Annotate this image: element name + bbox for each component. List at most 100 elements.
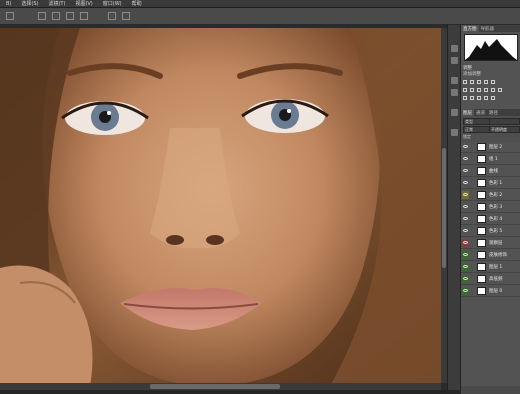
- color-lookup-icon[interactable]: [498, 88, 502, 92]
- dock-icon-6[interactable]: [451, 129, 458, 136]
- blend-mode-select[interactable]: 正常: [463, 126, 490, 133]
- layer-controls: 类型 正常 不透明度 锁定: [461, 116, 520, 142]
- layer-row[interactable]: 图层 1: [461, 262, 520, 273]
- layer-name: 观察层: [489, 241, 503, 246]
- document-canvas[interactable]: [0, 25, 447, 390]
- curves-icon[interactable]: [477, 80, 481, 84]
- horizontal-scrollbar[interactable]: [0, 383, 441, 390]
- visibility-eye-icon[interactable]: [462, 155, 469, 163]
- layer-thumbnail: [477, 191, 486, 199]
- layer-thumbnail: [477, 167, 486, 175]
- layer-row[interactable]: 图层 0: [461, 286, 520, 297]
- option-icon-6[interactable]: [122, 12, 130, 20]
- vibrance-icon[interactable]: [491, 80, 495, 84]
- option-icon-1[interactable]: [38, 12, 46, 20]
- visibility-eye-icon[interactable]: [462, 203, 469, 211]
- layer-row[interactable]: 观察层: [461, 238, 520, 249]
- color-balance-icon[interactable]: [470, 88, 474, 92]
- visibility-eye-icon[interactable]: [462, 215, 469, 223]
- layer-thumbnail: [477, 275, 486, 283]
- option-icon-4[interactable]: [80, 12, 88, 20]
- layer-name: 图层 1: [489, 265, 503, 270]
- visibility-eye-icon[interactable]: [462, 263, 469, 271]
- channel-mixer-icon[interactable]: [491, 88, 495, 92]
- visibility-eye-icon[interactable]: [462, 239, 469, 247]
- layer-row[interactable]: 图层 2: [461, 142, 520, 153]
- dock-icon-5[interactable]: [451, 109, 458, 116]
- layer-thumbnail: [477, 155, 486, 163]
- layer-name: 皮肤修饰: [489, 253, 507, 258]
- exposure-icon[interactable]: [484, 80, 488, 84]
- selective-color-icon[interactable]: [491, 96, 495, 100]
- tab-layers[interactable]: 图层: [461, 109, 474, 116]
- tab-channels[interactable]: 通道: [474, 109, 487, 116]
- layer-row[interactable]: 组 1: [461, 154, 520, 165]
- visibility-eye-icon[interactable]: [462, 227, 469, 235]
- photo-filter-icon[interactable]: [484, 88, 488, 92]
- histogram: [464, 34, 518, 61]
- hue-icon[interactable]: [463, 88, 467, 92]
- visibility-eye-icon[interactable]: [462, 275, 469, 283]
- dock-icon-4[interactable]: [451, 89, 458, 96]
- menu-item-view[interactable]: 视图(V): [75, 0, 92, 7]
- menu-item-1[interactable]: B): [6, 1, 11, 7]
- layer-row[interactable]: 色彩 1: [461, 178, 520, 189]
- layer-name: 图层 0: [489, 289, 503, 294]
- visibility-eye-icon[interactable]: [462, 191, 469, 199]
- layer-name: 组 1: [489, 157, 498, 162]
- adjustment-icons: [463, 80, 519, 106]
- layer-row[interactable]: 高低频: [461, 274, 520, 285]
- menu-item-help[interactable]: 帮助: [132, 0, 142, 7]
- layer-row[interactable]: 皮肤修饰: [461, 250, 520, 261]
- layer-name: 色彩 5: [489, 229, 503, 234]
- layer-thumbnail: [477, 287, 486, 295]
- layer-thumbnail: [477, 143, 486, 151]
- dock-icon-2[interactable]: [451, 57, 458, 64]
- layer-name: 色彩 1: [489, 181, 503, 186]
- tab-navigator[interactable]: 导航器: [479, 25, 497, 32]
- right-panel: 直方图 导航器 调整 添加调整 图层 通道 路径 类型 正常 不透明度 锁定 图…: [460, 25, 520, 394]
- menu-item-select[interactable]: 选择(S): [21, 0, 38, 7]
- black-white-icon[interactable]: [477, 88, 481, 92]
- adjustments-header: 调整 添加调整: [461, 64, 520, 78]
- menu-item-filter[interactable]: 滤镜(T): [48, 0, 65, 7]
- visibility-eye-icon[interactable]: [462, 179, 469, 187]
- opacity-field[interactable]: 不透明度: [489, 126, 520, 133]
- threshold-icon[interactable]: [477, 96, 481, 100]
- layer-row[interactable]: 色彩 4: [461, 214, 520, 225]
- layer-thumbnail: [477, 263, 486, 271]
- invert-icon[interactable]: [463, 96, 467, 100]
- option-icon-2[interactable]: [52, 12, 60, 20]
- layer-kind-select[interactable]: 类型: [463, 118, 490, 125]
- brightness-icon[interactable]: [463, 80, 467, 84]
- visibility-eye-icon[interactable]: [462, 251, 469, 259]
- visibility-eye-icon[interactable]: [462, 167, 469, 175]
- layer-thumbnail: [477, 215, 486, 223]
- lock-label: 锁定: [463, 134, 471, 139]
- layer-row[interactable]: 色彩 2: [461, 190, 520, 201]
- layer-row[interactable]: 色彩 3: [461, 202, 520, 213]
- dock-icon-1[interactable]: [451, 45, 458, 52]
- option-icon-5[interactable]: [108, 12, 116, 20]
- layers-list: 图层 2 组 1 曲线色彩 1 色彩 2 色彩 3 色彩 4 色彩 5 观察层皮肤修饰图层 1…: [461, 142, 520, 386]
- layer-thumbnail: [477, 251, 486, 259]
- visibility-eye-icon[interactable]: [462, 143, 469, 151]
- option-icon-3[interactable]: [66, 12, 74, 20]
- levels-icon[interactable]: [470, 80, 474, 84]
- posterize-icon[interactable]: [470, 96, 474, 100]
- layer-row[interactable]: 曲线: [461, 166, 520, 177]
- gradient-map-icon[interactable]: [484, 96, 488, 100]
- menu-item-window[interactable]: 窗口(W): [103, 0, 122, 7]
- options-bar: [0, 8, 520, 25]
- layer-row[interactable]: 色彩 5: [461, 226, 520, 237]
- layer-filter-icons[interactable]: [489, 118, 520, 125]
- tab-paths[interactable]: 路径: [487, 109, 500, 116]
- vertical-scroll-thumb[interactable]: [442, 148, 446, 268]
- layer-name: 高低频: [489, 277, 503, 282]
- tab-histogram[interactable]: 直方图: [461, 25, 479, 32]
- tool-preset-icon[interactable]: [6, 12, 14, 20]
- horizontal-scroll-thumb[interactable]: [150, 384, 280, 389]
- dock-icon-3[interactable]: [451, 77, 458, 84]
- visibility-eye-icon[interactable]: [462, 287, 469, 295]
- layer-name: 色彩 4: [489, 217, 503, 222]
